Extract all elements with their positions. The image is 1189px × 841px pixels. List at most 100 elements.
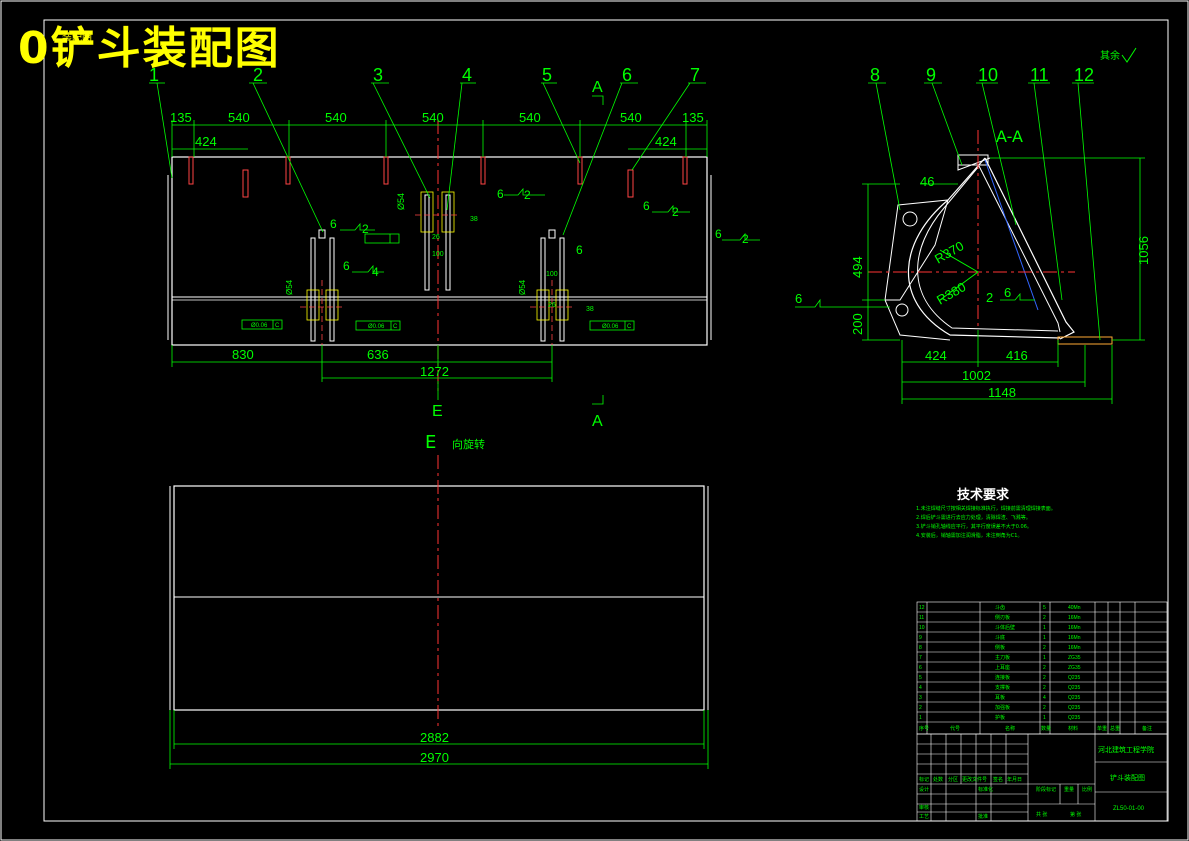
bom-qty-12: 5 (1043, 605, 1046, 611)
tb-label-1: 处数 (933, 776, 943, 783)
tech-req-item: 1.未注焊缝尺寸按相关焊接标准执行，焊接前需清理焊接表面。 (916, 506, 1056, 512)
bom-name-11: 侧刃板 (995, 614, 1010, 621)
weld-0: 6 (330, 217, 337, 231)
section-a-bottom: A (592, 413, 603, 430)
hole-dim-1: Ø54 (396, 193, 406, 210)
balloon-4: 4 (462, 65, 472, 85)
dim-top-0: 135 (170, 110, 192, 125)
bom-mat-7: ZG35 (1068, 655, 1081, 661)
drawing-title: 0铲斗装配图 (18, 23, 281, 74)
bom-name-9: 斗底 (995, 634, 1005, 641)
bom-name-3: 耳板 (995, 694, 1005, 701)
bom-table (916, 601, 1168, 735)
balloon-9: 9 (926, 65, 936, 85)
weld-9: 2 (742, 232, 749, 246)
bom-name-6: 上耳座 (995, 664, 1010, 671)
balloon-8: 8 (870, 65, 880, 85)
bom-name-12: 斗齿 (995, 605, 1005, 611)
small-dim-2: 26 (548, 302, 556, 309)
side-dim-5: 416 (1006, 348, 1028, 363)
dim-top-5: 540 (620, 110, 642, 125)
bom-qty-9: 1 (1043, 635, 1046, 641)
weld-8: 6 (715, 227, 722, 241)
bom-qty-6: 2 (1043, 665, 1046, 671)
bom-rows: 12 斗齿 5 40Mn 11 侧刃板 2 16Mn 10 斗体后壁 1 16M… (919, 605, 1152, 732)
tech-req-item: 3.铲斗销孔轴线应平行，其平行度误差不大于0.06。 (916, 524, 1032, 530)
bom-mat-1: Q235 (1068, 715, 1080, 721)
bom-h-2: 名称 (1005, 725, 1015, 732)
side-weld-0: 6 (795, 291, 802, 306)
hole-dim-2: Ø54 (285, 279, 294, 295)
tb-label-3: 更改文件号 (962, 776, 987, 783)
view-e-text: 向旋转 (452, 438, 485, 451)
dim-top-2: 540 (325, 110, 347, 125)
bom-mat-12: 40Mn (1068, 605, 1081, 611)
small-dim-4: 38 (470, 216, 478, 223)
tol-0: Ø0.06 (251, 323, 268, 329)
tb-label-8: 阶段标记 (1036, 786, 1056, 793)
bom-mat-8: 16Mn (1068, 645, 1081, 651)
bom-qty-3: 4 (1043, 695, 1046, 701)
bom-mat-4: Q235 (1068, 685, 1080, 691)
weld-1: 2 (362, 222, 369, 236)
bom-h-5: 单重 (1097, 725, 1107, 732)
bom-name-10: 斗体后壁 (995, 624, 1015, 631)
weld-7: 2 (672, 205, 679, 219)
tb-label-15: 第 张 (1070, 811, 1081, 818)
tb-drawing: 铲斗装配图 (1110, 773, 1145, 782)
bom-name-5: 连接板 (995, 674, 1010, 681)
tech-req-item: 4.安装后，销轴需加注润滑脂，未注倒角为C1。 (916, 533, 1023, 539)
bom-h-6: 总重 (1110, 725, 1120, 732)
bom-qty-5: 2 (1043, 675, 1046, 681)
tech-req-item: 2.焊后铲斗需进行去应力处理，清除焊渣、飞溅等。 (916, 515, 1031, 521)
bom-name-2: 加强板 (995, 704, 1010, 711)
bom-mat-9: 16Mn (1068, 635, 1081, 641)
dim-inner-0: 424 (195, 134, 217, 149)
side-dim-6: 1002 (962, 368, 991, 383)
tb-label-0: 标记 (919, 776, 929, 783)
tol-1-ref: C (393, 324, 398, 330)
section-view: 46 494 200 1056 424 416 1002 1148 R370 R… (795, 82, 1151, 404)
top-dim-1: 2970 (420, 750, 449, 765)
section-a-top: A (592, 79, 603, 96)
dim-bottom-1: 636 (367, 347, 389, 362)
side-dim-1: 494 (850, 256, 865, 278)
tb-label-4: 签名 (993, 776, 1003, 783)
bom-mat-5: Q235 (1068, 675, 1080, 681)
side-dim-0: 46 (920, 174, 934, 189)
bom-no-5: 5 (919, 675, 922, 681)
bom-h-4: 材料 (1068, 725, 1078, 732)
bom-no-12: 12 (919, 605, 925, 611)
bom-no-2: 2 (919, 705, 922, 711)
side-dim-7: 1148 (988, 385, 1016, 400)
balloon-7: 7 (690, 65, 700, 85)
bom-mat-2: Q235 (1068, 705, 1080, 711)
top-dim-0: 2882 (420, 730, 449, 745)
bom-mat-10: 16Mn (1068, 625, 1081, 631)
dim-top-3: 540 (422, 110, 444, 125)
bom-name-7: 主刀板 (995, 654, 1010, 661)
bom-h-7: 备注 (1142, 725, 1152, 732)
bom-no-10: 10 (919, 625, 925, 631)
bom-qty-8: 2 (1043, 645, 1046, 651)
view-e-label: E (425, 432, 437, 453)
bom-qty-7: 1 (1043, 655, 1046, 661)
bom-mat-3: Q235 (1068, 695, 1080, 701)
bom-no-11: 11 (919, 615, 924, 621)
bom-name-1: 护板 (995, 714, 1005, 721)
tol-2: Ø0.06 (602, 324, 619, 330)
small-dim-3: 100 (546, 271, 558, 278)
bom-no-9: 9 (919, 635, 922, 641)
dim-top-4: 540 (519, 110, 541, 125)
tb-label-14: 共 张 (1036, 811, 1047, 818)
balloon-3: 3 (373, 65, 383, 85)
bom-no-1: 1 (919, 715, 922, 721)
section-aa-label: A-A (996, 127, 1023, 146)
tb-label-6: 设计 (919, 786, 929, 793)
drawing-subtitle: 装配图 (62, 33, 92, 44)
small-dim-0: 26 (432, 234, 440, 241)
bom-name-8: 侧板 (995, 644, 1005, 651)
small-dim-1: 100 (432, 251, 444, 258)
tb-label-11: 审核 (919, 804, 929, 811)
tol-0-ref: C (275, 323, 280, 329)
